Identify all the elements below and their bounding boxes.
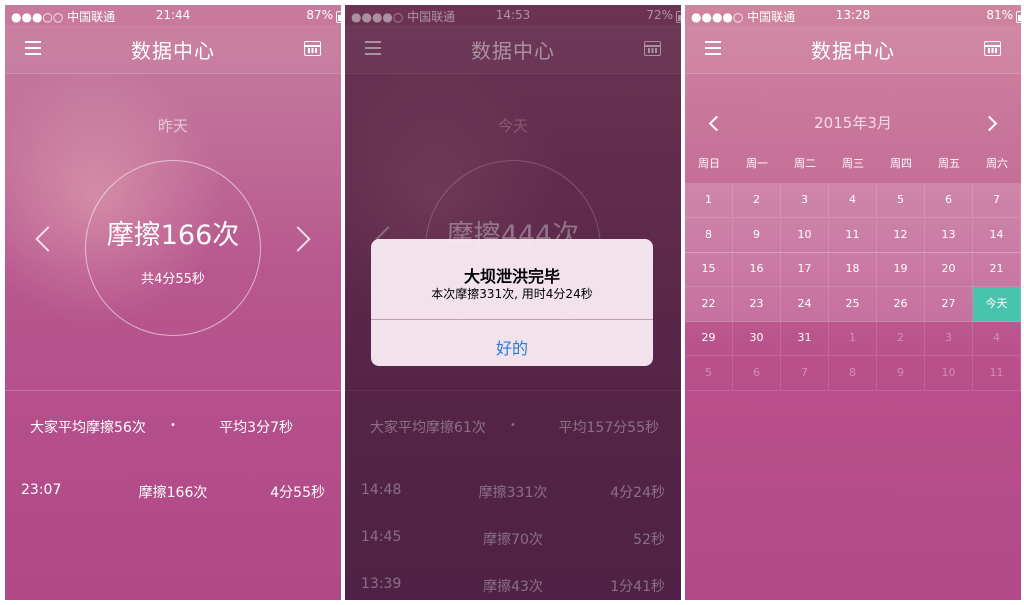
weekday-label: 周五 (938, 157, 960, 170)
day-label: 昨天 (157, 117, 188, 135)
calendar-day[interactable]: 8 (685, 217, 733, 253)
battery-indicator: 81% (986, 8, 1021, 23)
separator-dot: • (170, 420, 176, 431)
clock: 13:28 (835, 8, 871, 22)
calendar-day[interactable]: 9 (733, 217, 781, 253)
screen-yesterday: ●●●○○ 中国联通 21:44 87% 数据中心 昨天 摩擦166次 共4分5… (5, 5, 341, 600)
calendar-day[interactable]: 17 (781, 252, 829, 287)
status-bar: ●●●○○ 中国联通 21:44 87% (5, 5, 341, 25)
calendar-day[interactable]: 14 (973, 217, 1021, 253)
battery-icon (1016, 11, 1021, 23)
screen-today-alert: ●●●●○ 中国联通 14:53 72% 数据中心 今天 摩擦444次 大家平均… (345, 5, 681, 600)
calendar-day-today[interactable]: 今天 (973, 286, 1021, 322)
calendar-day[interactable]: 10 (781, 217, 829, 253)
calendar-day[interactable]: 27 (925, 286, 973, 322)
calendar-day[interactable]: 15 (685, 252, 733, 287)
calendar-icon[interactable] (304, 41, 321, 56)
record-duration: 4分55秒 (270, 485, 325, 501)
calendar-day[interactable]: 4 (973, 321, 1021, 356)
clock: 21:44 (155, 8, 191, 22)
page-title: 数据中心 (131, 39, 215, 63)
battery-percent: 87% (306, 8, 333, 22)
calendar-icon[interactable] (984, 41, 1001, 56)
calendar-day[interactable]: 22 (685, 286, 733, 322)
battery-indicator: 87% (306, 8, 341, 23)
month-header: 2015年3月 (685, 110, 1021, 134)
calendar-day[interactable]: 10 (925, 355, 973, 391)
calendar-day[interactable]: 7 (973, 183, 1021, 218)
battery-percent: 81% (986, 8, 1013, 22)
calendar-day[interactable]: 31 (781, 321, 829, 356)
next-day-arrow-icon[interactable] (285, 226, 311, 252)
calendar-day[interactable]: 5 (685, 355, 733, 391)
weekday-label: 周三 (842, 157, 864, 170)
calendar-day[interactable]: 21 (973, 252, 1021, 287)
calendar-day[interactable]: 5 (877, 183, 925, 218)
calendar-day[interactable]: 29 (685, 321, 733, 356)
summary-circle: 摩擦166次 共4分55秒 (85, 160, 261, 336)
calendar-day[interactable]: 3 (781, 183, 829, 218)
calendar-day[interactable]: 2 (733, 183, 781, 218)
status-bar: ●●●●○ 中国联通 13:28 81% (685, 5, 1021, 25)
calendar-day[interactable]: 18 (829, 252, 877, 287)
ok-button[interactable]: 好的 (371, 335, 653, 359)
weekday-label: 周六 (986, 157, 1008, 170)
calendar-day[interactable]: 3 (925, 321, 973, 356)
calendar-day[interactable]: 12 (877, 217, 925, 253)
calendar-day[interactable]: 16 (733, 252, 781, 287)
nav-bar: 数据中心 (685, 25, 1021, 74)
month-label: 2015年3月 (814, 114, 892, 132)
alert-title: 大坝泄洪完毕 (463, 267, 560, 286)
calendar-day[interactable]: 4 (829, 183, 877, 218)
calendar-day[interactable]: 11 (829, 217, 877, 253)
calendar-day[interactable]: 19 (877, 252, 925, 287)
calendar-day[interactable]: 1 (829, 321, 877, 356)
calendar-day[interactable]: 8 (829, 355, 877, 391)
calendar-day[interactable]: 26 (877, 286, 925, 322)
average-count: 大家平均摩擦56次 (30, 420, 146, 436)
main-count: 摩擦166次 (106, 220, 240, 251)
alert-message: 本次摩擦331次, 用时4分24秒 (431, 287, 593, 301)
screen-calendar: ●●●●○ 中国联通 13:28 81% 数据中心 2015年3月 周日 周一 周二… (685, 5, 1021, 600)
calendar-day[interactable]: 7 (781, 355, 829, 391)
calendar-day[interactable]: 13 (925, 217, 973, 253)
main-duration: 共4分55秒 (141, 272, 205, 287)
divider (5, 390, 341, 391)
calendar-day[interactable]: 20 (925, 252, 973, 287)
weekday-label: 周二 (794, 157, 816, 170)
page-title: 数据中心 (811, 39, 895, 63)
battery-icon (336, 11, 341, 23)
alert-dialog: 大坝泄洪完毕 本次摩擦331次, 用时4分24秒 好的 (371, 239, 653, 366)
record-row[interactable]: 23:07 摩擦166次 4分55秒 (5, 467, 341, 514)
alert-divider (371, 319, 653, 320)
weekday-label: 周四 (890, 157, 912, 170)
calendar-day[interactable]: 24 (781, 286, 829, 322)
calendar-day[interactable]: 1 (685, 183, 733, 218)
weekday-label: 周日 (698, 157, 720, 170)
calendar-day[interactable]: 23 (733, 286, 781, 322)
calendar-day[interactable]: 6 (925, 183, 973, 218)
calendar-day[interactable]: 25 (829, 286, 877, 322)
calendar-day[interactable]: 11 (973, 355, 1021, 391)
average-time: 平均3分7秒 (219, 420, 293, 436)
calendar-day[interactable]: 6 (733, 355, 781, 391)
calendar-day[interactable]: 2 (877, 321, 925, 356)
weekday-header: 周日 周一 周二 周三 周四 周五 周六 (685, 155, 1021, 183)
calendar-day[interactable]: 30 (733, 321, 781, 356)
weekday-label: 周一 (746, 157, 768, 170)
nav-bar: 数据中心 (5, 25, 341, 74)
calendar-day[interactable]: 9 (877, 355, 925, 391)
